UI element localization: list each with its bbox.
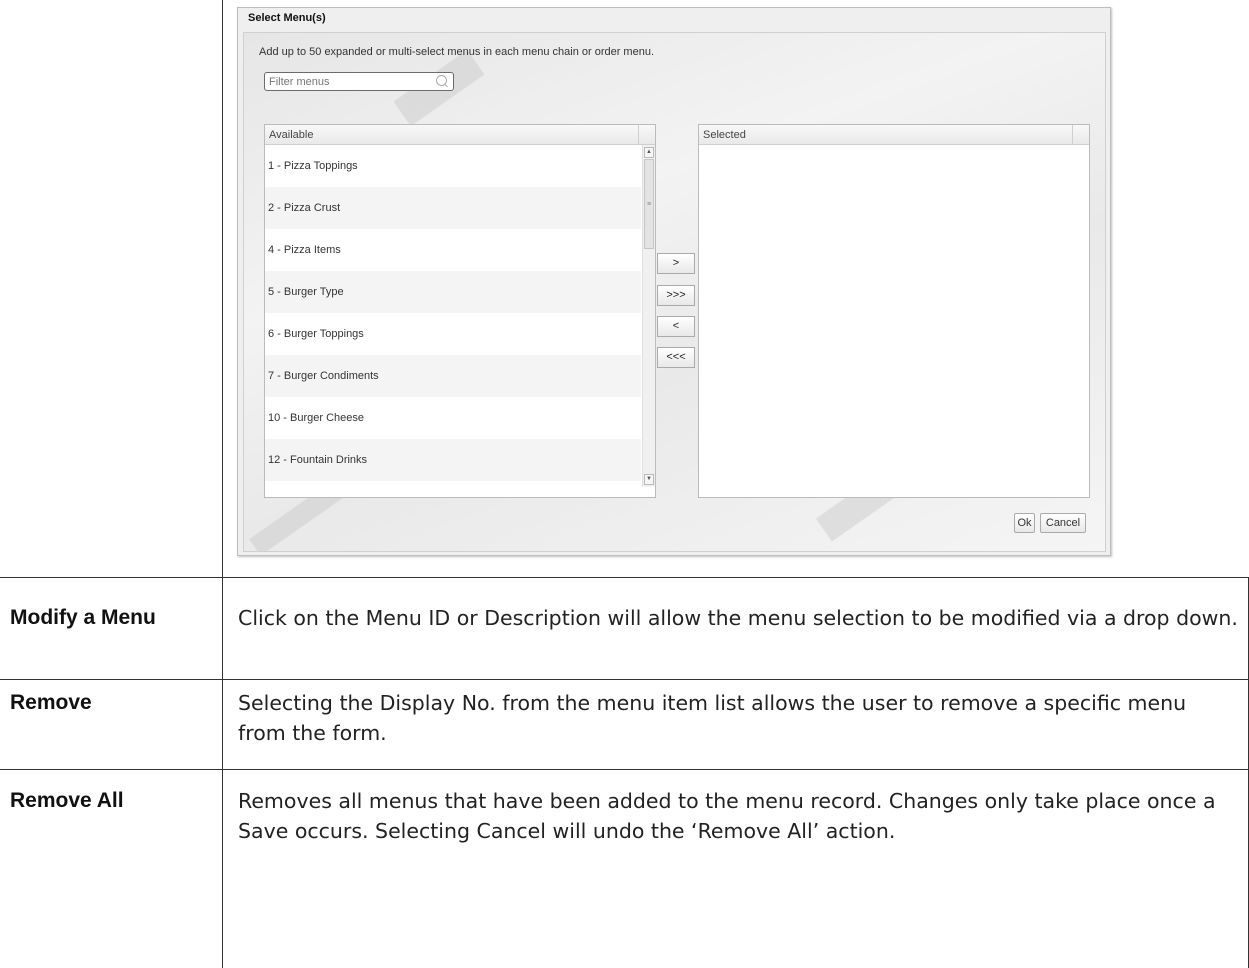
- cancel-button[interactable]: Cancel: [1040, 513, 1086, 533]
- dialog-body: Add up to 50 expanded or multi-select me…: [243, 32, 1106, 552]
- row-description-remove: Selecting the Display No. from the menu …: [238, 691, 1187, 745]
- available-list: Available 1 - Pizza Toppings 2 - Pizza C…: [264, 124, 656, 498]
- list-item[interactable]: 4 - Pizza Items: [265, 229, 641, 271]
- table-border-left-column: [222, 0, 223, 968]
- header-divider: [1072, 125, 1073, 145]
- list-item[interactable]: 5 - Burger Type: [265, 271, 641, 313]
- list-item[interactable]: 7 - Burger Condiments: [265, 355, 641, 397]
- scroll-up-button[interactable]: ▲: [644, 147, 654, 158]
- list-item[interactable]: 12 - Fountain Drinks: [265, 439, 641, 481]
- row-term-modify-a-menu: Modify a Menu: [10, 606, 156, 629]
- table-row-divider: [0, 577, 1249, 578]
- row-term-remove-all: Remove All: [10, 789, 124, 812]
- selected-header: Selected: [699, 125, 1089, 145]
- table-row-divider: [0, 679, 1249, 680]
- document-table: Select Menu(s) Add up to 50 expanded or …: [0, 0, 1249, 968]
- ok-button[interactable]: Ok: [1014, 513, 1035, 533]
- available-header: Available: [265, 125, 655, 145]
- select-menus-dialog: Select Menu(s) Add up to 50 expanded or …: [237, 7, 1111, 556]
- add-selected-button[interactable]: >: [657, 253, 695, 274]
- scroll-down-button[interactable]: ▼: [644, 474, 654, 485]
- dialog-title: Select Menu(s): [248, 12, 326, 24]
- table-row-divider: [0, 769, 1249, 770]
- remove-selected-button[interactable]: <: [657, 316, 695, 337]
- available-scrollbar[interactable]: ▲ ≡ ▼: [642, 145, 655, 487]
- list-item[interactable]: 10 - Burger Cheese: [265, 397, 641, 439]
- row-term-remove: Remove: [10, 691, 92, 714]
- instruction-text: Add up to 50 expanded or multi-select me…: [259, 46, 655, 58]
- row-description-remove-all: Removes all menus that have been added t…: [238, 789, 1216, 843]
- available-header-label: Available: [269, 129, 314, 141]
- list-item[interactable]: 1 - Pizza Toppings: [265, 145, 641, 187]
- selected-list[interactable]: Selected: [698, 124, 1090, 498]
- row-description-modify-a-menu: Click on the Menu ID or Description will…: [238, 606, 1238, 630]
- remove-all-button[interactable]: <<<: [657, 347, 695, 368]
- header-divider: [638, 125, 639, 145]
- list-item[interactable]: 6 - Burger Toppings: [265, 313, 641, 355]
- scroll-thumb[interactable]: ≡: [644, 159, 654, 249]
- selected-header-label: Selected: [703, 129, 746, 141]
- list-item[interactable]: 2 - Pizza Crust: [265, 187, 641, 229]
- add-all-button[interactable]: >>>: [657, 285, 695, 306]
- filter-input[interactable]: [264, 72, 454, 91]
- search-icon[interactable]: [436, 75, 447, 86]
